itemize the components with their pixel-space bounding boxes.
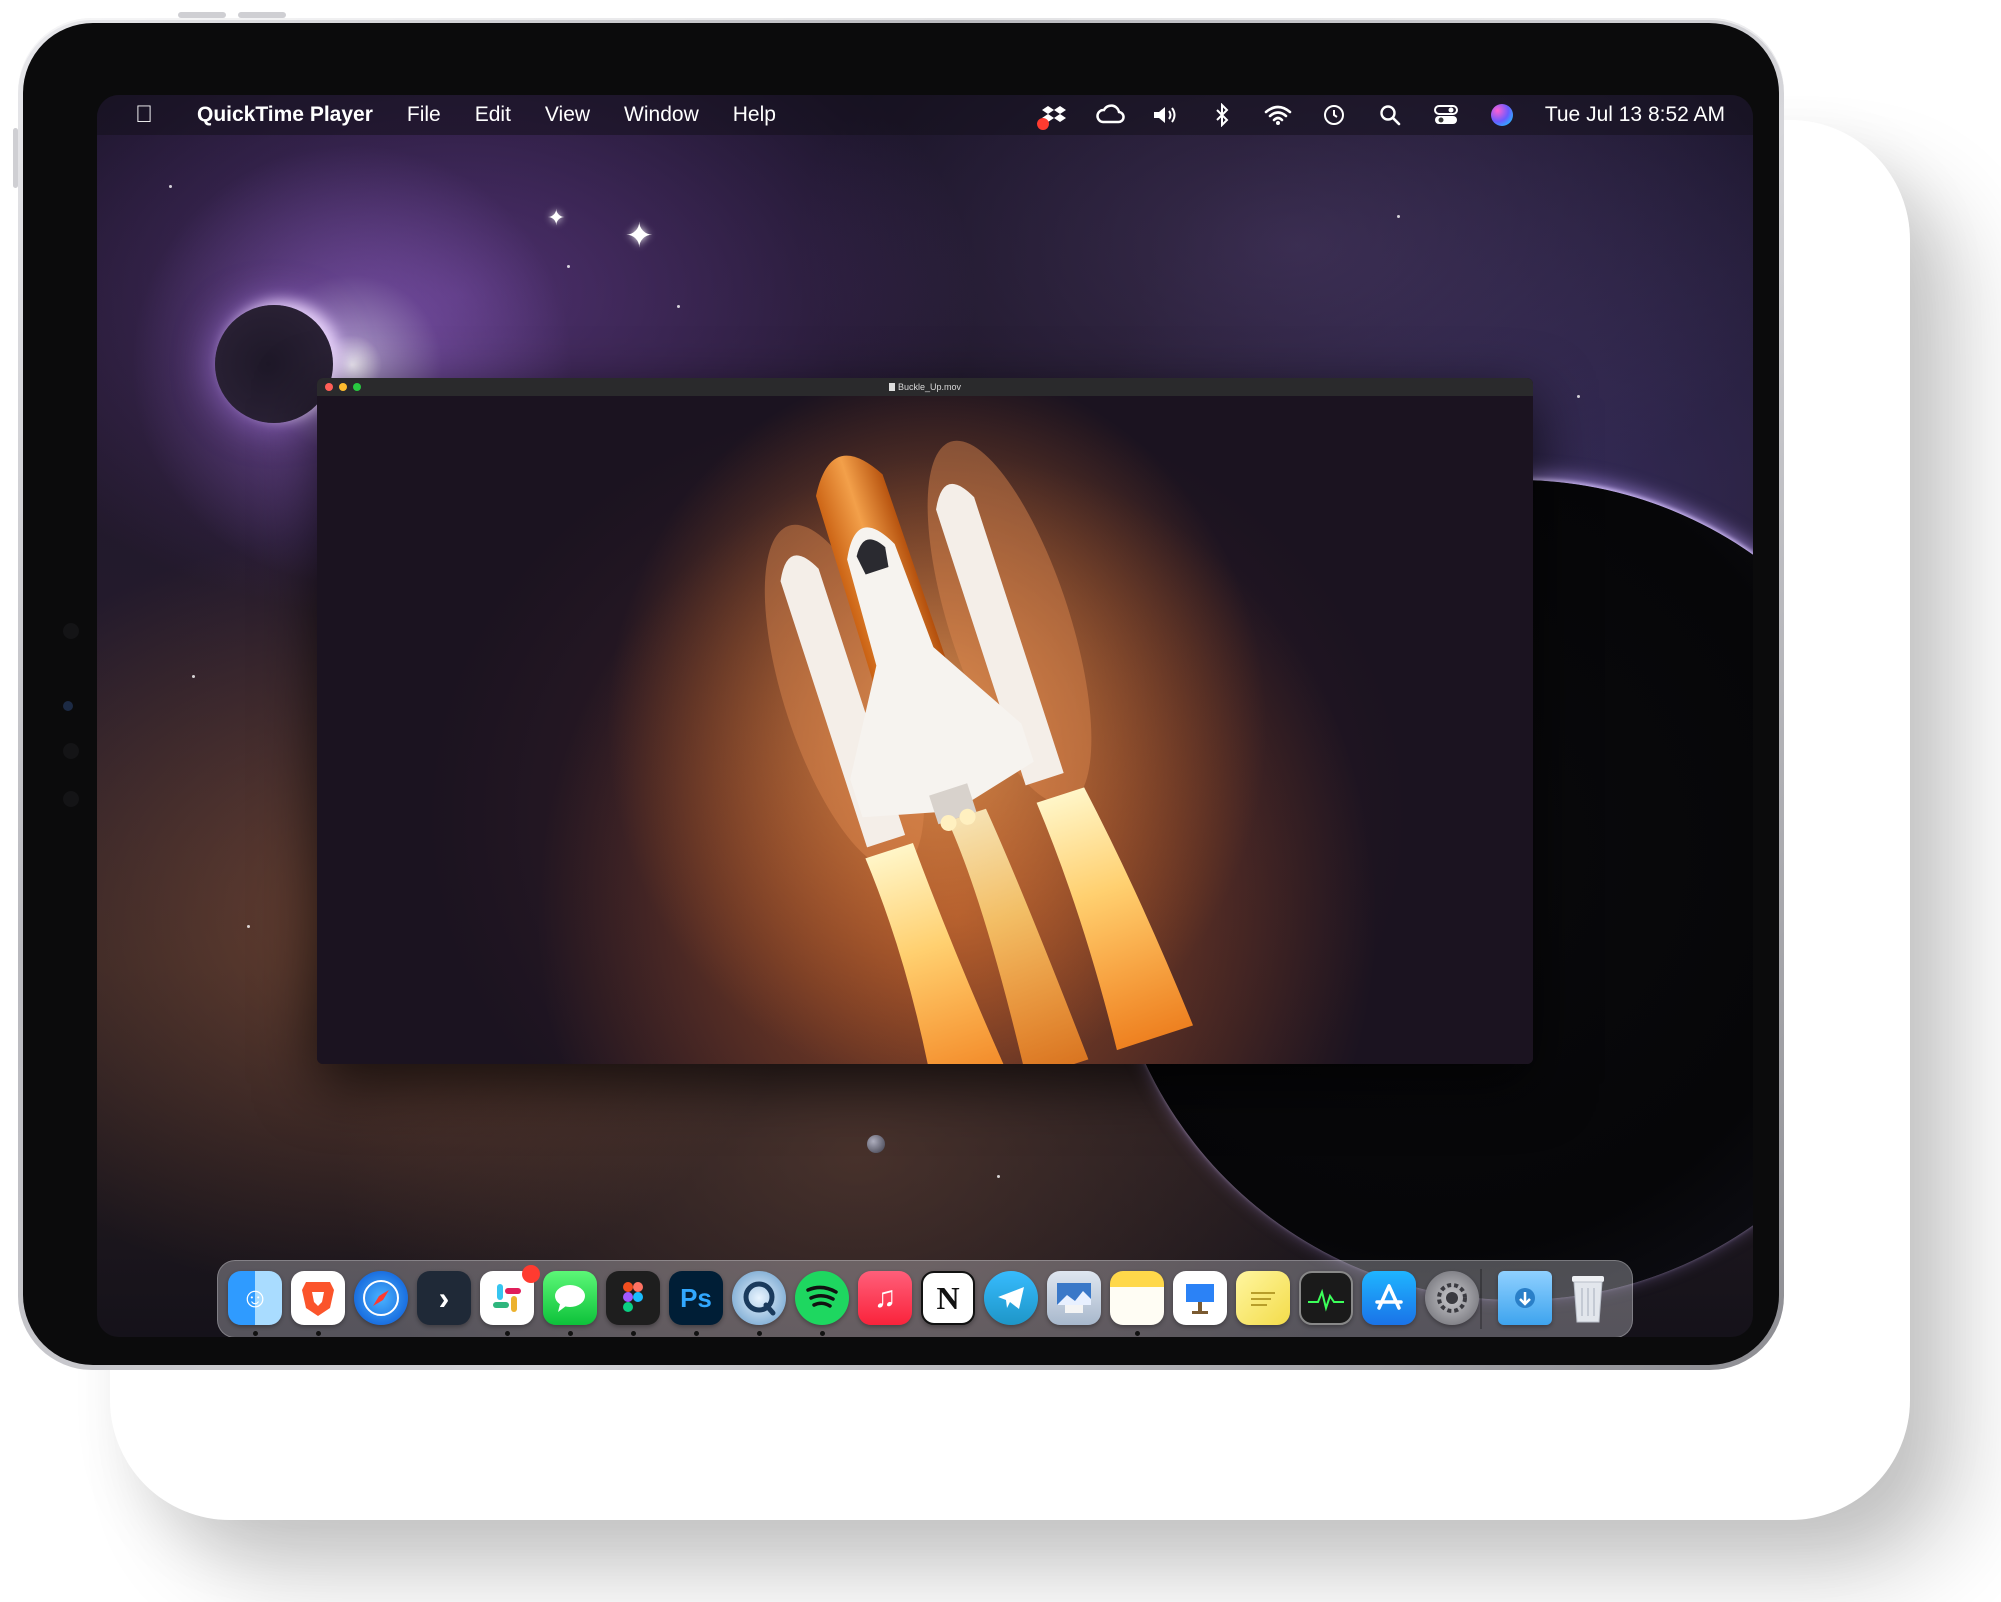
menu-window[interactable]: Window bbox=[624, 103, 699, 127]
star-dot bbox=[247, 925, 250, 928]
side-button bbox=[13, 128, 18, 188]
running-indicator bbox=[505, 1331, 510, 1336]
menu-clock[interactable]: Tue Jul 13 8:52 AM bbox=[1545, 103, 1725, 127]
top-button-left bbox=[178, 12, 226, 18]
finder-icon[interactable]: ☺ bbox=[228, 1271, 282, 1325]
dropbox-badge bbox=[1036, 118, 1049, 130]
magnetic-connector-2 bbox=[63, 743, 79, 759]
status-area: Tue Jul 13 8:52 AM bbox=[1013, 95, 1725, 135]
menu-file[interactable]: File bbox=[407, 103, 441, 127]
bluetooth-icon[interactable] bbox=[1207, 100, 1237, 130]
creative-cloud-icon[interactable] bbox=[1095, 100, 1125, 130]
running-indicator bbox=[316, 1331, 321, 1336]
system-preferences-icon[interactable] bbox=[1425, 1271, 1479, 1325]
safari-icon[interactable] bbox=[354, 1271, 408, 1325]
window-title: Buckle_Up.mov bbox=[317, 378, 1533, 396]
running-indicator bbox=[631, 1331, 636, 1336]
messages-icon[interactable] bbox=[543, 1271, 597, 1325]
star-dot bbox=[1577, 395, 1580, 398]
trash-icon[interactable] bbox=[1561, 1271, 1615, 1325]
keynote-icon[interactable] bbox=[1173, 1271, 1227, 1325]
star-dot bbox=[997, 1175, 1000, 1178]
top-button-right bbox=[238, 12, 286, 18]
star-dot bbox=[567, 265, 570, 268]
dropbox-icon[interactable] bbox=[1036, 100, 1069, 130]
camera bbox=[63, 701, 73, 711]
desktop-screen: ✦ ✦ ✦  QuickTime Player File Edit View … bbox=[97, 95, 1753, 1337]
stickies-icon[interactable] bbox=[1236, 1271, 1290, 1325]
magnetic-connector-1 bbox=[63, 623, 79, 639]
menu-app-name[interactable]: QuickTime Player bbox=[197, 103, 373, 127]
prompt-icon[interactable]: › bbox=[417, 1271, 471, 1325]
time-machine-icon[interactable] bbox=[1319, 100, 1349, 130]
running-indicator bbox=[253, 1331, 258, 1336]
magnetic-connector-3 bbox=[63, 791, 79, 807]
downloads-folder-icon[interactable] bbox=[1498, 1271, 1552, 1325]
menu-help[interactable]: Help bbox=[733, 103, 776, 127]
window-titlebar[interactable]: Buckle_Up.mov bbox=[317, 378, 1533, 396]
eclipsed-moon bbox=[215, 305, 333, 423]
running-indicator bbox=[757, 1331, 762, 1336]
notion-icon[interactable]: N bbox=[921, 1271, 975, 1325]
preview-icon[interactable] bbox=[1047, 1271, 1101, 1325]
quicktime-icon[interactable] bbox=[732, 1271, 786, 1325]
star-icon: ✦ bbox=[625, 217, 654, 255]
notification-badge bbox=[522, 1265, 540, 1283]
star-icon: ✦ bbox=[547, 205, 566, 230]
space-shuttle-launch-image bbox=[607, 378, 1267, 1064]
bezel: ✦ ✦ ✦  QuickTime Player File Edit View … bbox=[23, 23, 1779, 1365]
volume-icon[interactable] bbox=[1151, 100, 1181, 130]
spotlight-search-icon[interactable] bbox=[1375, 100, 1405, 130]
running-indicator bbox=[568, 1331, 573, 1336]
running-indicator bbox=[820, 1331, 825, 1336]
activity-monitor-icon[interactable] bbox=[1299, 1271, 1353, 1325]
dock-separator bbox=[1480, 1269, 1482, 1329]
menu-view[interactable]: View bbox=[545, 103, 590, 127]
spotify-icon[interactable] bbox=[795, 1271, 849, 1325]
window-title-text: Buckle_Up.mov bbox=[897, 382, 962, 392]
wifi-icon[interactable] bbox=[1263, 100, 1293, 130]
quicktime-window: Buckle_Up.mov bbox=[317, 378, 1533, 1064]
apple-icon[interactable]:  bbox=[125, 101, 163, 129]
star-dot bbox=[192, 675, 195, 678]
ipad-device: ✦ ✦ ✦  QuickTime Player File Edit View … bbox=[13, 12, 1784, 1370]
figma-icon[interactable] bbox=[606, 1271, 660, 1325]
running-indicator bbox=[694, 1331, 699, 1336]
control-center-icon[interactable] bbox=[1431, 100, 1461, 130]
app-store-icon[interactable] bbox=[1362, 1271, 1416, 1325]
star-dot bbox=[1397, 215, 1400, 218]
video-frame[interactable] bbox=[317, 378, 1533, 1064]
notes-icon[interactable] bbox=[1110, 1271, 1164, 1325]
siri-icon[interactable] bbox=[1487, 100, 1517, 130]
music-icon[interactable]: ♫ bbox=[858, 1271, 912, 1325]
menu-bar:  QuickTime Player File Edit View Window… bbox=[97, 95, 1753, 135]
document-icon bbox=[888, 383, 895, 391]
small-moon bbox=[867, 1135, 885, 1153]
menu-edit[interactable]: Edit bbox=[475, 103, 511, 127]
star-dot bbox=[169, 185, 172, 188]
telegram-icon[interactable] bbox=[984, 1271, 1038, 1325]
slack-icon[interactable] bbox=[480, 1265, 540, 1325]
running-indicator bbox=[1135, 1331, 1140, 1336]
photoshop-icon[interactable]: Ps bbox=[669, 1271, 723, 1325]
brave-browser-icon[interactable] bbox=[291, 1271, 345, 1325]
dock: ☺ › Ps ♫ N bbox=[217, 1260, 1633, 1337]
star-dot bbox=[677, 305, 680, 308]
